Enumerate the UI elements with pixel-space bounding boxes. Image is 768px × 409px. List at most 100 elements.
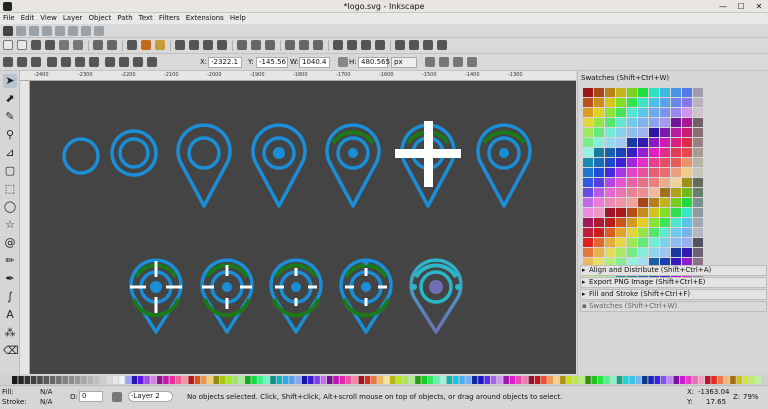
unit-select[interactable]: px [391,57,417,68]
undo-icon[interactable] [93,40,103,50]
palette-swatch[interactable] [150,376,157,384]
palette-swatch[interactable] [24,376,31,384]
pen-tool-icon[interactable]: ✒ [3,272,17,286]
palette-swatch[interactable] [742,376,749,384]
palette-swatch[interactable] [226,376,232,384]
swatch[interactable] [671,208,681,217]
swatch[interactable] [638,248,648,257]
swatch[interactable] [671,158,681,167]
palette-swatch[interactable] [93,376,100,384]
palette-swatch[interactable] [75,376,81,384]
swatch[interactable] [583,118,593,127]
swatch[interactable] [671,168,681,177]
swatch[interactable] [649,158,659,167]
swatch[interactable] [583,208,593,217]
save-icon[interactable] [31,40,41,50]
swatch[interactable] [605,208,615,217]
print-icon[interactable] [45,40,55,50]
swatch[interactable] [583,168,593,177]
swatch[interactable] [616,228,626,237]
move-gradients-icon[interactable] [453,57,463,67]
palette-swatch[interactable] [371,376,377,384]
palette-swatch[interactable] [87,376,94,384]
preferences-icon[interactable] [395,40,405,50]
snap-bbox-icon[interactable] [16,26,26,36]
pencil-tool-icon[interactable]: ✏ [3,254,17,268]
palette-swatch[interactable] [705,376,711,384]
swatch[interactable] [682,198,692,207]
palette-swatch[interactable] [497,376,503,384]
swatch[interactable] [583,128,593,137]
swatch[interactable] [627,218,637,227]
swatch[interactable] [693,178,703,187]
swatch[interactable] [693,128,703,137]
swatch[interactable] [638,178,648,187]
zoom-value[interactable]: 79% [743,393,759,401]
snap-intersection-icon[interactable] [55,26,65,36]
flip-horizontal-icon[interactable] [75,57,85,67]
swatch[interactable] [671,98,681,107]
palette-swatch[interactable] [131,376,138,384]
palette-swatch[interactable] [56,376,62,384]
palette-swatch[interactable] [465,376,472,384]
ungroup-icon[interactable] [299,40,309,50]
swatch[interactable] [660,218,670,227]
swatch[interactable] [638,168,648,177]
swatch[interactable] [682,128,692,137]
swatch[interactable] [627,88,637,97]
swatch[interactable] [627,128,637,137]
palette-swatch[interactable] [68,376,75,384]
swatch[interactable] [583,178,593,187]
palette-swatch[interactable] [522,376,528,384]
logo-variant-9[interactable] [200,258,254,334]
swatch[interactable] [649,248,659,257]
swatch[interactable] [671,138,681,147]
xml-editor-icon[interactable] [347,40,357,50]
snap-nodes-icon[interactable] [29,26,39,36]
palette-swatch[interactable] [553,376,560,384]
palette-swatch[interactable] [156,376,163,384]
select-all-icon[interactable] [3,57,13,67]
palette-swatch[interactable] [736,376,743,384]
color-palette[interactable] [0,375,768,385]
swatch[interactable] [638,188,648,197]
swatch[interactable] [693,228,703,237]
palette-swatch[interactable] [648,376,654,384]
palette-swatch[interactable] [194,376,201,384]
palette-swatch[interactable] [421,376,428,384]
swatch[interactable] [693,188,703,197]
swatch[interactable] [660,238,670,247]
palette-swatch[interactable] [434,376,440,384]
swatch[interactable] [660,208,670,217]
swatch[interactable] [638,148,648,157]
swatch[interactable] [649,108,659,117]
zoom-page-icon[interactable] [203,40,213,50]
swatch[interactable] [605,238,615,247]
ellipse-tool-icon[interactable]: ◯ [3,200,17,214]
swatch[interactable] [605,188,615,197]
select-tool-icon[interactable]: ➤ [3,74,17,88]
palette-swatch[interactable] [295,376,302,384]
swatch[interactable] [627,148,637,157]
palette-swatch[interactable] [711,376,717,384]
swatch[interactable] [671,118,681,127]
palette-swatch[interactable] [673,376,680,384]
panel-align[interactable]: ▸ Align and Distribute (Shift+Ctrl+A) [580,265,767,276]
palette-swatch[interactable] [301,376,308,384]
palette-swatch[interactable] [534,376,541,384]
swatch[interactable] [682,238,692,247]
rotate-cw-icon[interactable] [61,57,71,67]
logo-variant-6[interactable] [395,121,461,208]
palette-swatch[interactable] [402,376,409,384]
zoom-drawing-icon[interactable] [189,40,199,50]
swatch[interactable] [649,148,659,157]
palette-swatch[interactable] [383,376,390,384]
palette-swatch[interactable] [49,376,56,384]
palette-swatch[interactable] [320,376,327,384]
palette-swatch[interactable] [276,376,283,384]
swatch[interactable] [594,98,604,107]
rotate-ccw-icon[interactable] [47,57,57,67]
palette-swatch[interactable] [188,376,194,384]
palette-swatch[interactable] [12,376,18,384]
swatch[interactable] [660,158,670,167]
